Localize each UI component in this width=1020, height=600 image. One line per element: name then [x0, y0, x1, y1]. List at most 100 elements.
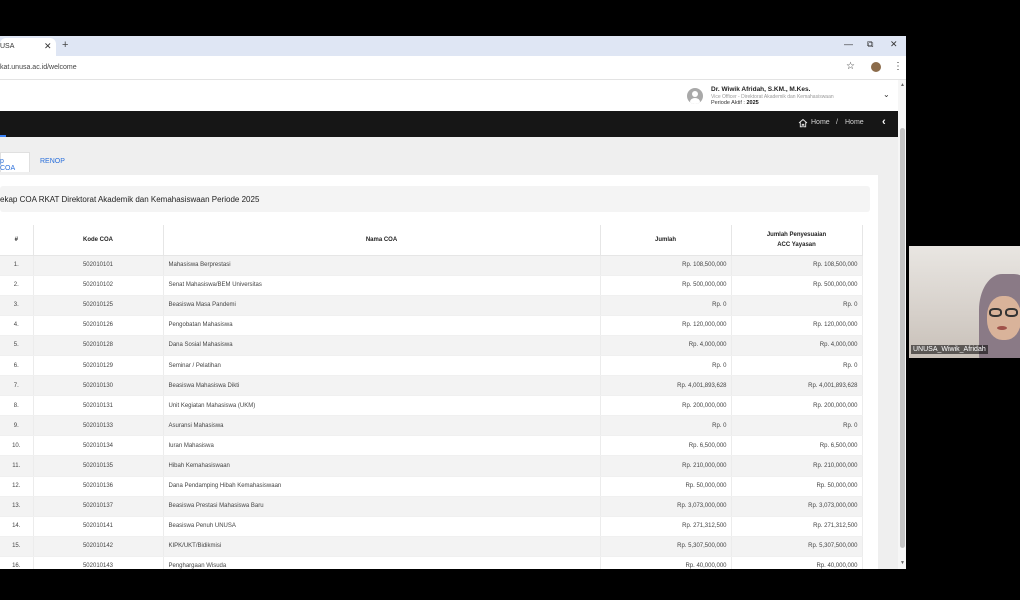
participant-name-label: UNUSA_Wiwik_Afridah: [911, 345, 988, 354]
user-avatar-icon[interactable]: [687, 88, 703, 104]
breadcrumb-current: Home: [845, 119, 864, 126]
user-menu-chevron-down-icon[interactable]: ⌄: [883, 90, 890, 99]
row-jumlah: Rp. 108,500,000: [600, 255, 732, 276]
row-kode: 502010125: [33, 295, 164, 316]
chevron-left-icon[interactable]: ‹: [882, 116, 886, 128]
row-nama: Beasiswa Penuh UNUSA: [163, 516, 601, 537]
browser-menu-icon[interactable]: ⋮: [893, 61, 903, 72]
row-jumlah: Rp. 4,001,893,628: [600, 375, 732, 397]
row-acc: Rp. 4,001,893,628: [731, 375, 863, 397]
row-acc: Rp. 500,000,000: [731, 275, 863, 296]
col-header-no[interactable]: #: [0, 225, 34, 256]
restore-icon[interactable]: ⧉: [867, 39, 873, 50]
row-kode: 502010102: [33, 275, 164, 296]
row-kode: 502010137: [33, 496, 164, 517]
participant-mouth: [997, 326, 1007, 330]
row-jumlah: Rp. 4,000,000: [600, 335, 732, 356]
row-no: 8.: [0, 395, 34, 417]
top-navbar: Home / Home ‹: [0, 111, 898, 137]
active-period-value: 2025: [746, 100, 759, 106]
breadcrumb-home-link[interactable]: Home: [811, 119, 830, 126]
close-window-icon[interactable]: ✕: [890, 39, 898, 50]
row-no: 2.: [0, 275, 34, 296]
row-no: 14.: [0, 516, 34, 537]
row-nama: Seminar / Pelatihan: [163, 355, 601, 377]
row-jumlah: Rp. 0: [600, 415, 732, 437]
row-kode: 502010131: [33, 395, 164, 417]
row-acc: Rp. 0: [731, 295, 863, 316]
row-kode: 502010128: [33, 335, 164, 356]
row-nama: Hibah Kemahasiswaan: [163, 455, 601, 477]
minimize-icon[interactable]: —: [844, 39, 853, 49]
row-jumlah: Rp. 200,000,000: [600, 395, 732, 417]
row-acc: Rp. 5,307,500,000: [731, 536, 863, 557]
url-field[interactable]: kat.unusa.ac.id/welcome: [0, 64, 77, 71]
row-jumlah: Rp. 40,000,000: [600, 556, 732, 569]
bookmark-star-icon[interactable]: ☆: [846, 61, 855, 72]
nav-accent: [0, 135, 6, 137]
row-jumlah: Rp. 0: [600, 355, 732, 377]
row-nama: Iuran Mahasiswa: [163, 435, 601, 457]
table-row: 4. 502010126 Pengobatan Mahasiswa Rp. 120,0…: [0, 315, 863, 336]
row-kode: 502010136: [33, 476, 164, 497]
scrollbar-thumb[interactable]: [900, 128, 905, 548]
row-no: 13.: [0, 496, 34, 517]
row-nama: Senat Mahasiswa/BEM Universitas: [163, 275, 601, 296]
tab-renop[interactable]: RENOP: [40, 158, 65, 165]
row-nama: Dana Pendamping Hibah Kemahasiswaan: [163, 476, 601, 497]
screen: USA ✕ + — ⧉ ✕ kat.unusa.ac.id/welcome ☆ …: [0, 0, 1020, 600]
row-no: 10.: [0, 435, 34, 457]
card-header: ekap COA RKAT Direktorat Akademik dan Ke…: [0, 186, 870, 212]
row-nama: Beasiswa Prestasi Mahasiswa Baru: [163, 496, 601, 517]
table-header-row: # Kode COA Nama COA Jumlah Jumlah Penyes…: [0, 225, 863, 256]
row-acc: Rp. 40,000,000: [731, 556, 863, 569]
row-acc: Rp. 200,000,000: [731, 395, 863, 417]
table-body: 1. 502010101 Mahasiswa Berprestasi Rp. 108,…: [0, 255, 863, 569]
table-row: 11. 502010135 Hibah Kemahasiswaan Rp. 210,0…: [0, 455, 863, 477]
participant-video[interactable]: UNUSA_Wiwik_Afridah: [909, 246, 1020, 358]
row-jumlah: Rp. 6,500,000: [600, 435, 732, 457]
row-jumlah: Rp. 271,312,500: [600, 516, 732, 537]
row-no: 12.: [0, 476, 34, 497]
row-jumlah: Rp. 210,000,000: [600, 455, 732, 477]
scroll-up-icon[interactable]: ▲: [900, 82, 905, 88]
row-acc: Rp. 271,312,500: [731, 516, 863, 537]
browser-tab[interactable]: USA ✕: [0, 38, 56, 56]
table-row: 12. 502010136 Dana Pendamping Hibah Kemaha…: [0, 476, 863, 497]
row-nama: Asuransi Mahasiswa: [163, 415, 601, 437]
tab-close-icon[interactable]: ✕: [44, 41, 52, 52]
row-acc: Rp. 50,000,000: [731, 476, 863, 497]
row-kode: 502010101: [33, 255, 164, 276]
row-kode: 502010141: [33, 516, 164, 537]
table-row: 7. 502010130 Beasiswa Mahasiswa Dikti Rp. 4…: [0, 375, 863, 397]
participant-face: [987, 296, 1020, 340]
row-no: 7.: [0, 375, 34, 397]
col-header-penyesuaian[interactable]: Jumlah Penyesuaian ACC Yayasan: [731, 225, 863, 256]
col-header-jumlah[interactable]: Jumlah: [600, 225, 732, 256]
row-no: 9.: [0, 415, 34, 437]
row-acc: Rp. 120,000,000: [731, 315, 863, 336]
breadcrumb-separator: /: [836, 119, 838, 126]
row-acc: Rp. 108,500,000: [731, 255, 863, 276]
profile-avatar[interactable]: [871, 62, 881, 72]
row-kode: 502010134: [33, 435, 164, 457]
tab-rekap-coa[interactable]: p COA: [0, 158, 15, 172]
col-header-nama[interactable]: Nama COA: [163, 225, 601, 256]
row-no: 5.: [0, 335, 34, 356]
user-header: Dr. Wiwik Afridah, S.KM., M.Kes. Vice Of…: [0, 80, 898, 111]
row-acc: Rp. 0: [731, 355, 863, 377]
scroll-down-icon[interactable]: ▼: [900, 560, 905, 566]
row-acc: Rp. 0: [731, 415, 863, 437]
participant-glasses-right: [1005, 308, 1018, 317]
home-icon[interactable]: [798, 118, 808, 128]
browser-window: USA ✕ + — ⧉ ✕ kat.unusa.ac.id/welcome ☆ …: [0, 36, 906, 569]
active-period: Periode Aktif : 2025: [711, 100, 759, 106]
row-kode: 502010130: [33, 375, 164, 397]
table-row: 8. 502010131 Unit Kegiatan Mahasiswa (UKM)…: [0, 395, 863, 417]
new-tab-icon[interactable]: +: [62, 39, 68, 51]
row-acc: Rp. 6,500,000: [731, 435, 863, 457]
participant-glasses-left: [989, 308, 1002, 317]
col-header-kode[interactable]: Kode COA: [33, 225, 164, 256]
row-kode: 502010142: [33, 536, 164, 557]
col-header-penyesuaian-line1: Jumlah Penyesuaian: [766, 231, 827, 238]
